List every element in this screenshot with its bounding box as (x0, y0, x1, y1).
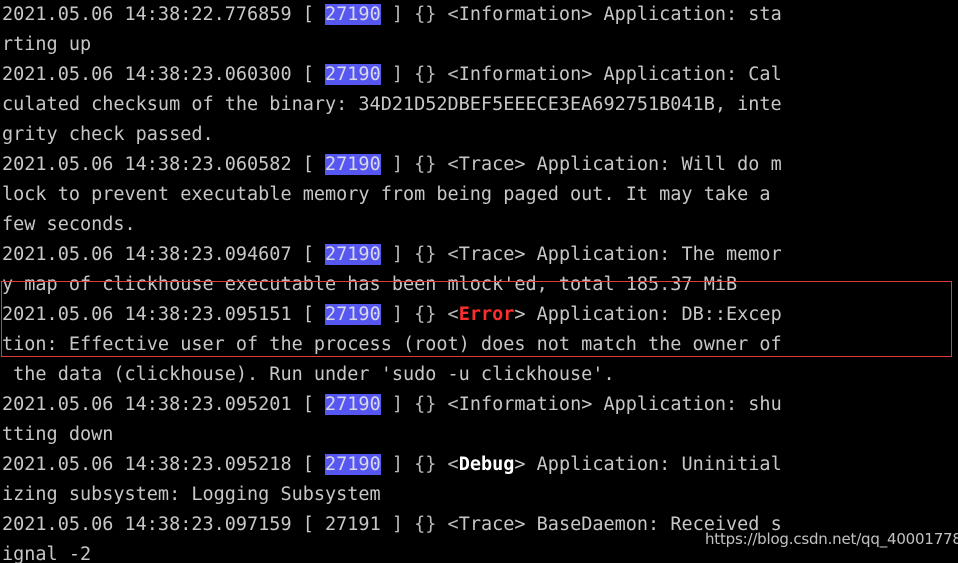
log-line-continuation: y map of clickhouse executable has been … (2, 274, 738, 295)
log-level-trace: Trace (458, 244, 515, 265)
log-pid: 27190 (325, 4, 381, 25)
log-line-continuation: culated checksum of the binary: 34D21D52… (2, 94, 782, 115)
log-timestamp: 2021.05.06 14:38:23.095201 [ (2, 394, 326, 415)
log-message: > Application: sta (581, 4, 782, 25)
log-line-continuation: few seconds. (2, 214, 136, 235)
log-line: 2021.05.06 14:38:22.776859 [ 27190 ] {} … (2, 0, 958, 30)
log-line: 2021.05.06 14:38:23.095218 [ 27190 ] {} … (2, 450, 958, 480)
log-braces: ] {} < (380, 154, 459, 175)
log-line: rting up (2, 30, 958, 60)
log-line: few seconds. (2, 210, 958, 240)
log-timestamp: 2021.05.06 14:38:23.094607 [ (2, 244, 326, 265)
log-pid: 27190 (325, 394, 381, 415)
log-line-continuation: the data (clickhouse). Run under 'sudo -… (2, 364, 615, 385)
log-braces: ] {} < (380, 304, 459, 325)
log-line: 2021.05.06 14:38:23.094607 [ 27190 ] {} … (2, 240, 958, 270)
log-pid: 27190 (325, 244, 381, 265)
log-timestamp: 2021.05.06 14:38:23.060300 [ (2, 64, 326, 85)
log-line: y map of clickhouse executable has been … (2, 270, 958, 300)
log-line: culated checksum of the binary: 34D21D52… (2, 90, 958, 120)
log-message: > Application: Cal (581, 64, 782, 85)
log-line-continuation: tion: Effective user of the process (roo… (2, 334, 782, 355)
log-pid: 27191 (325, 514, 381, 535)
log-line-continuation: lock to prevent executable memory from b… (2, 184, 771, 205)
log-timestamp: 2021.05.06 14:38:22.776859 [ (2, 4, 326, 25)
log-line: 2021.05.06 14:38:23.095201 [ 27190 ] {} … (2, 390, 958, 420)
log-line-continuation: rting up (2, 34, 92, 55)
log-level-trace: Trace (458, 154, 515, 175)
log-timestamp: 2021.05.06 14:38:23.097159 [ (2, 514, 326, 535)
watermark-text: https://blog.csdn.net/qq_40001778 (705, 530, 958, 548)
log-timestamp: 2021.05.06 14:38:23.095151 [ (2, 304, 326, 325)
log-line: 2021.05.06 14:38:23.060300 [ 27190 ] {} … (2, 60, 958, 90)
log-message: > Application: DB::Excep (514, 304, 782, 325)
log-pid: 27190 (325, 64, 381, 85)
log-message: > Application: The memor (514, 244, 782, 265)
log-line: tion: Effective user of the process (roo… (2, 330, 958, 360)
terminal-window: 2021.05.06 14:38:22.776859 [ 27190 ] {} … (0, 0, 958, 563)
log-braces: ] {} < (380, 514, 459, 535)
log-line-continuation: izing subsystem: Logging Subsystem (2, 484, 381, 505)
log-level-debug: Debug (458, 454, 515, 475)
log-line: tting down (2, 420, 958, 450)
log-line: 2021.05.06 14:38:23.095151 [ 27190 ] {} … (2, 300, 958, 330)
log-timestamp: 2021.05.06 14:38:23.060582 [ (2, 154, 326, 175)
log-braces: ] {} < (380, 64, 459, 85)
log-line: 2021.05.06 14:38:23.060582 [ 27190 ] {} … (2, 150, 958, 180)
log-level-information: Information (458, 4, 582, 25)
log-line: lock to prevent executable memory from b… (2, 180, 958, 210)
log-braces: ] {} < (380, 244, 459, 265)
log-output: 2021.05.06 14:38:22.776859 [ 27190 ] {} … (2, 0, 958, 563)
log-line: grity check passed. (2, 120, 958, 150)
log-message: > Application: Will do m (514, 154, 782, 175)
log-line-continuation: grity check passed. (2, 124, 214, 145)
log-line: izing subsystem: Logging Subsystem (2, 480, 958, 510)
log-line-continuation: tting down (2, 424, 114, 445)
log-braces: ] {} < (380, 4, 459, 25)
log-pid: 27190 (325, 304, 381, 325)
log-line-continuation: ignal -2 (2, 544, 92, 563)
log-message: > Application: shu (581, 394, 782, 415)
log-level-information: Information (458, 394, 582, 415)
log-braces: ] {} < (380, 454, 459, 475)
log-level-trace: Trace (458, 514, 515, 535)
log-level-information: Information (458, 64, 582, 85)
log-pid: 27190 (325, 454, 381, 475)
log-braces: ] {} < (380, 394, 459, 415)
log-message: > Application: Uninitial (514, 454, 782, 475)
log-timestamp: 2021.05.06 14:38:23.095218 [ (2, 454, 326, 475)
log-line: the data (clickhouse). Run under 'sudo -… (2, 360, 958, 390)
log-pid: 27190 (325, 154, 381, 175)
log-level-error: Error (458, 304, 515, 325)
